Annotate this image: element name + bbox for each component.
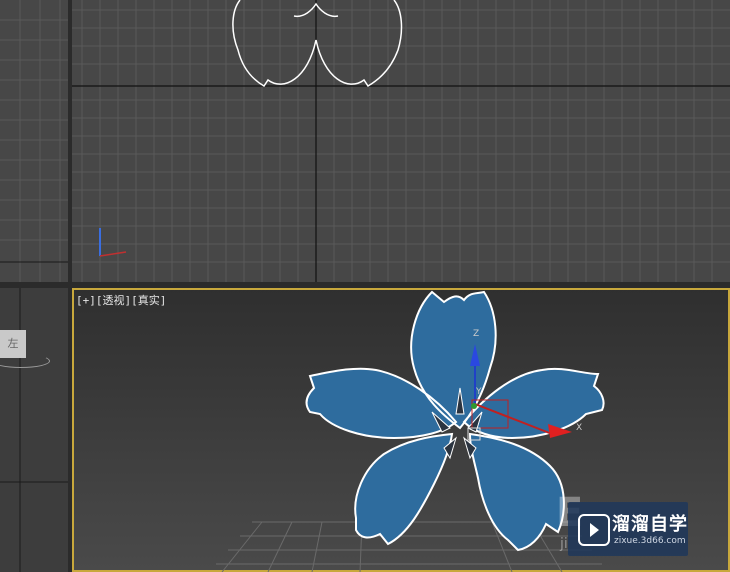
play-logo-icon	[578, 514, 610, 546]
left-bottom-viewport[interactable]: 左	[0, 288, 68, 572]
gizmo-x-label: X	[576, 423, 582, 433]
watermark-title: 溜溜自学	[612, 514, 688, 535]
watermark-url: zixue.3d66.com	[614, 536, 686, 546]
top-viewport-scene	[72, 0, 730, 282]
gizmo-y-label: Y	[475, 387, 482, 397]
watermark-badge: 溜溜自学 zixue.3d66.com	[568, 502, 688, 556]
watermark-background-small: ji	[560, 536, 568, 552]
left-top-viewport[interactable]	[0, 0, 68, 282]
gizmo-z-label: Z	[473, 329, 479, 339]
flower-outline-top	[232, 0, 403, 87]
grid-left-top	[0, 0, 68, 282]
top-viewport[interactable]	[72, 0, 730, 282]
